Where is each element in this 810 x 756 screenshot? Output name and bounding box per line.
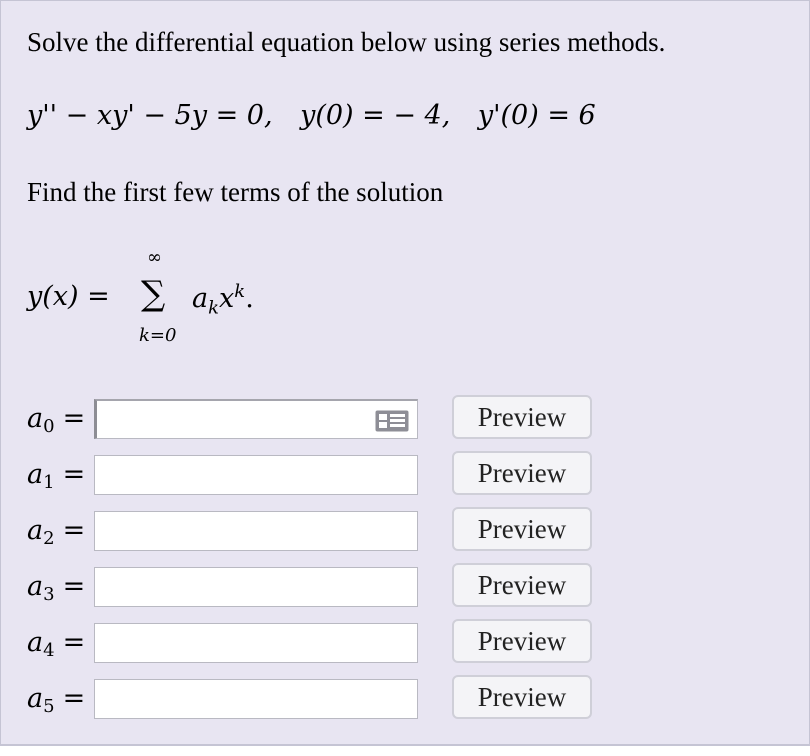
answer-label: a4 = — [27, 627, 86, 661]
answer-row-a0: a0 = Preview — [1, 395, 809, 443]
answer-row-a2: a2 = Preview — [1, 507, 809, 555]
term-a: a — [192, 283, 209, 314]
initial-condition-2: y'(0) = 6 — [477, 100, 596, 131]
answer-row-a1: a1 = Preview — [1, 451, 809, 499]
answer-input-a2[interactable] — [94, 511, 418, 551]
answer-label: a2 = — [27, 515, 86, 549]
answer-input-a4[interactable] — [94, 623, 418, 663]
series-formula: y(x) = ∞ ∑ k=0 akxk. — [27, 241, 427, 351]
answer-input-a5[interactable] — [94, 679, 418, 719]
preview-button-a0[interactable]: Preview — [452, 395, 592, 439]
answer-input-a0[interactable] — [94, 399, 418, 439]
preview-button-a2[interactable]: Preview — [452, 507, 592, 551]
answer-label: a0 = — [27, 403, 86, 437]
sum-upper-limit: ∞ — [147, 247, 162, 268]
equation-lhs: y'' − xy' − 5y = 0, — [27, 100, 273, 131]
answer-row-a3: a3 = Preview — [1, 563, 809, 611]
answer-label: a3 = — [27, 571, 86, 605]
term-period: . — [245, 283, 254, 314]
answer-label: a5 = — [27, 683, 86, 717]
preview-button-a3[interactable]: Preview — [452, 563, 592, 607]
preview-button-a1[interactable]: Preview — [452, 451, 592, 495]
preview-button-a5[interactable]: Preview — [452, 675, 592, 719]
equation-editor-icon[interactable] — [375, 410, 409, 432]
answer-row-a4: a4 = Preview — [1, 619, 809, 667]
term-sub: k — [208, 297, 220, 319]
answer-input-a3[interactable] — [94, 567, 418, 607]
answer-input-a1[interactable] — [94, 455, 418, 495]
answer-label: a1 = — [27, 459, 86, 493]
problem-panel: Solve the differential equation below us… — [0, 0, 810, 746]
initial-condition-1: y(0) = − 4, — [300, 100, 451, 131]
problem-intro: Solve the differential equation below us… — [27, 27, 666, 57]
series-lhs: y(x) = — [27, 281, 110, 312]
sum-lower-limit: k=0 — [139, 325, 177, 346]
answer-row-a5: a5 = Preview — [1, 675, 809, 723]
sum-symbol: ∑ — [141, 274, 166, 314]
series-term: akxk. — [192, 281, 254, 318]
differential-equation: y'' − xy' − 5y = 0, y(0) = − 4, y'(0) = … — [27, 100, 596, 131]
term-x: x — [219, 283, 235, 314]
preview-button-a4[interactable]: Preview — [452, 619, 592, 663]
term-sup: k — [234, 281, 246, 302]
panel-bottom-edge — [0, 744, 810, 756]
instruction-text: Find the first few terms of the solution — [27, 177, 444, 207]
